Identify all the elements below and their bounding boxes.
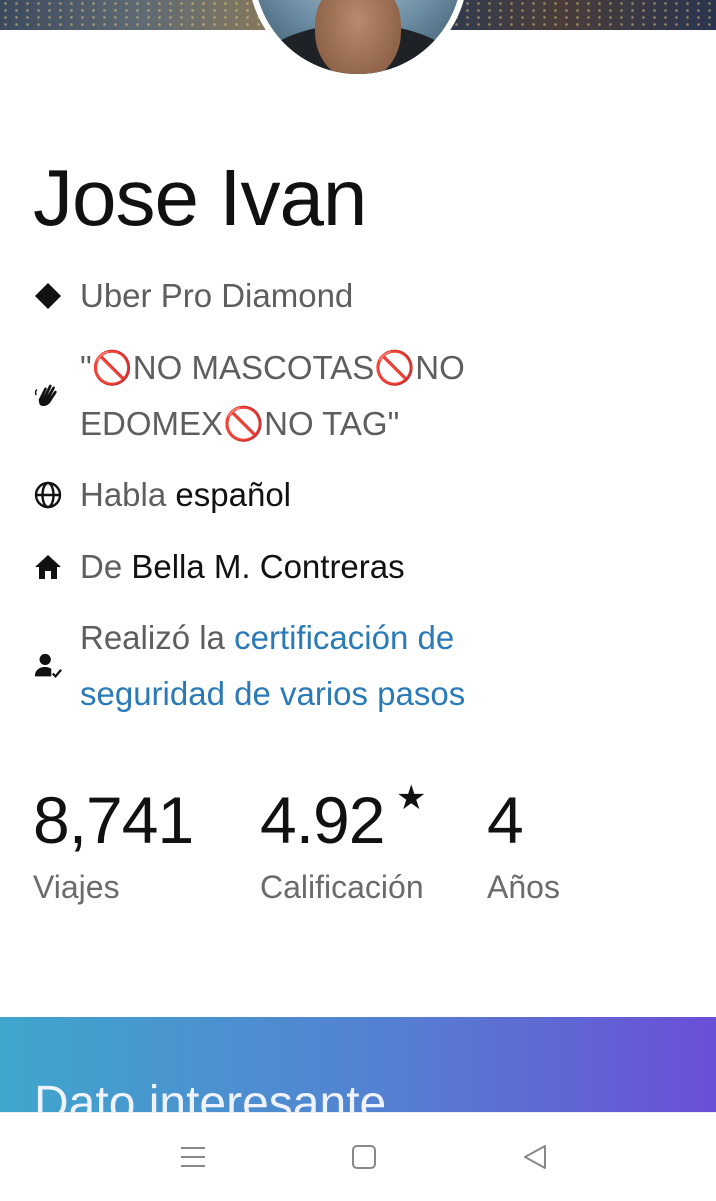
tier-label: Uber Pro Diamond [80, 277, 354, 314]
trips-value: 8,741 [33, 783, 194, 857]
hometown-row: De Bella M. Contreras [33, 539, 673, 595]
system-nav-bar [0, 1112, 716, 1201]
wave-hand-icon [33, 381, 63, 411]
stat-trips: 8,741 Viajes [33, 780, 194, 912]
years-value: 4 [487, 783, 524, 857]
driver-note: "🚫NO MASCOTAS🚫NO EDOMEX🚫NO TAG" [80, 340, 465, 452]
avatar[interactable] [248, 0, 468, 80]
tier-row: Uber Pro Diamond [33, 268, 673, 324]
hometown-prefix: De [80, 548, 123, 585]
note-row: "🚫NO MASCOTAS🚫NO EDOMEX🚫NO TAG" [33, 340, 673, 452]
square-icon[interactable] [342, 1135, 386, 1179]
diamond-icon [33, 281, 63, 311]
rating-label: Calificación [260, 869, 424, 905]
language-row: Habla español [33, 467, 673, 523]
driver-note-line-1: "🚫NO MASCOTAS🚫NO [80, 349, 465, 386]
driver-name: Jose Ivan [33, 153, 367, 242]
language-prefix: Habla [80, 476, 167, 513]
home-icon [33, 552, 63, 582]
hometown-value: Bella M. Contreras [131, 548, 405, 585]
star-icon: ★ [396, 779, 427, 817]
certification-prefix: Realizó la [80, 619, 225, 656]
globe-icon [33, 480, 63, 510]
menu-icon[interactable] [171, 1135, 215, 1179]
verified-user-icon [33, 651, 63, 681]
certification-row: Realizó la certificación de seguridad de… [33, 610, 673, 722]
language-value: español [175, 476, 292, 513]
years-label: Años [487, 869, 560, 905]
driver-note-line-2: EDOMEX🚫NO TAG" [80, 405, 400, 442]
back-triangle-icon[interactable] [513, 1135, 557, 1179]
stat-years: 4 Años [487, 780, 560, 912]
trips-label: Viajes [33, 869, 120, 905]
